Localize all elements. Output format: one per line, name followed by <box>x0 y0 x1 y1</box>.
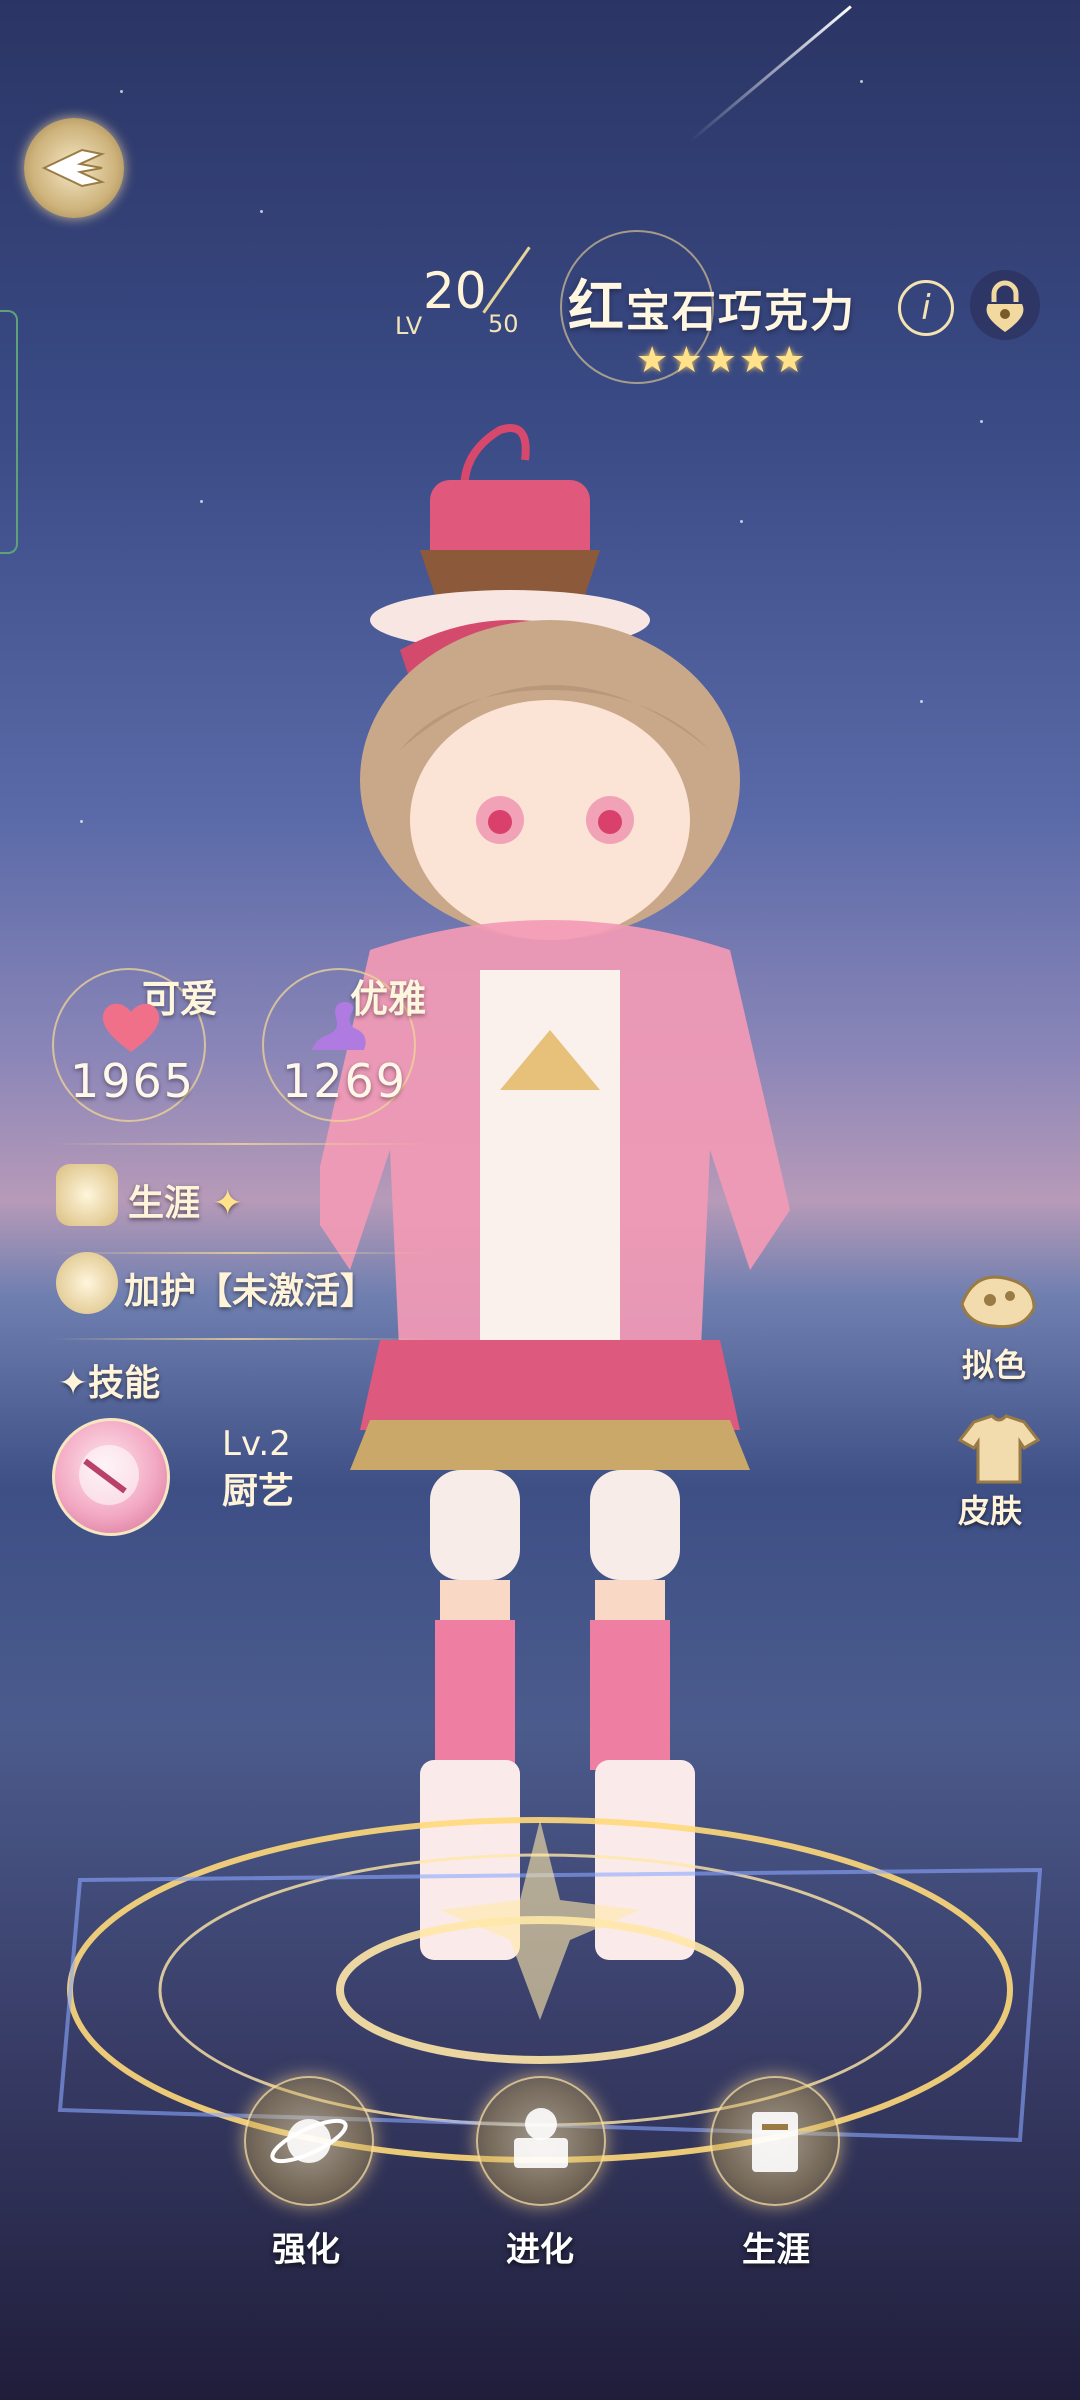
skill-cooking-icon[interactable] <box>52 1418 170 1536</box>
character-name: 红宝石巧克力 <box>568 275 856 340</box>
nav-evolve-label[interactable]: 进化 <box>470 2222 610 2271</box>
career-row[interactable]: 生涯 ✦ <box>128 1174 243 1226</box>
heart-icon <box>102 1003 160 1052</box>
career-book-icon <box>752 2112 798 2172</box>
nav-career-label[interactable]: 生涯 <box>706 2222 846 2271</box>
row-divider <box>52 1338 432 1340</box>
dye-label[interactable]: 拟色 <box>962 1340 1026 1386</box>
level-divider <box>482 246 531 314</box>
attr-divider <box>52 1143 432 1145</box>
rarity-stars: ★★★★★ <box>636 340 808 381</box>
skin-icon <box>957 1414 1041 1484</box>
level-max: 50 <box>488 310 519 338</box>
skin-button[interactable] <box>954 1408 1044 1488</box>
character-model <box>320 424 790 1960</box>
career-icon <box>56 1164 118 1226</box>
row-divider <box>52 1252 432 1254</box>
nav-career-button[interactable] <box>710 2076 840 2206</box>
evolve-icon <box>514 2108 568 2168</box>
back-wing-icon <box>42 148 106 188</box>
lock-icon[interactable] <box>970 270 1040 340</box>
nav-enhance-button[interactable] <box>244 2076 374 2206</box>
skill-name: 厨艺 <box>222 1471 295 1512</box>
side-drawer-tab[interactable] <box>0 310 18 554</box>
dye-icon <box>960 1275 1036 1329</box>
skin-label[interactable]: 皮肤 <box>958 1486 1022 1532</box>
planet-icon <box>270 2118 348 2164</box>
skill-heading: ✦技能 <box>58 1363 161 1404</box>
nav-evolve-button[interactable] <box>476 2076 606 2206</box>
shooting-star <box>689 5 852 143</box>
level-label: LV <box>395 312 423 340</box>
swan-icon <box>312 1002 366 1050</box>
level-current: 20 <box>423 262 487 320</box>
back-button[interactable] <box>24 118 124 218</box>
guard-row[interactable]: 加护【未激活】 <box>124 1262 376 1314</box>
skill-level: Lv.2 <box>222 1424 291 1464</box>
guard-icon <box>56 1252 118 1314</box>
attr-value-elegant: 1269 <box>282 1054 408 1108</box>
dye-button[interactable] <box>954 1264 1044 1344</box>
career-stars: ✦ <box>212 1183 243 1224</box>
attr-value-cute: 1965 <box>70 1054 196 1108</box>
nav-enhance-label[interactable]: 强化 <box>236 2222 376 2271</box>
info-icon[interactable]: i <box>898 280 954 336</box>
